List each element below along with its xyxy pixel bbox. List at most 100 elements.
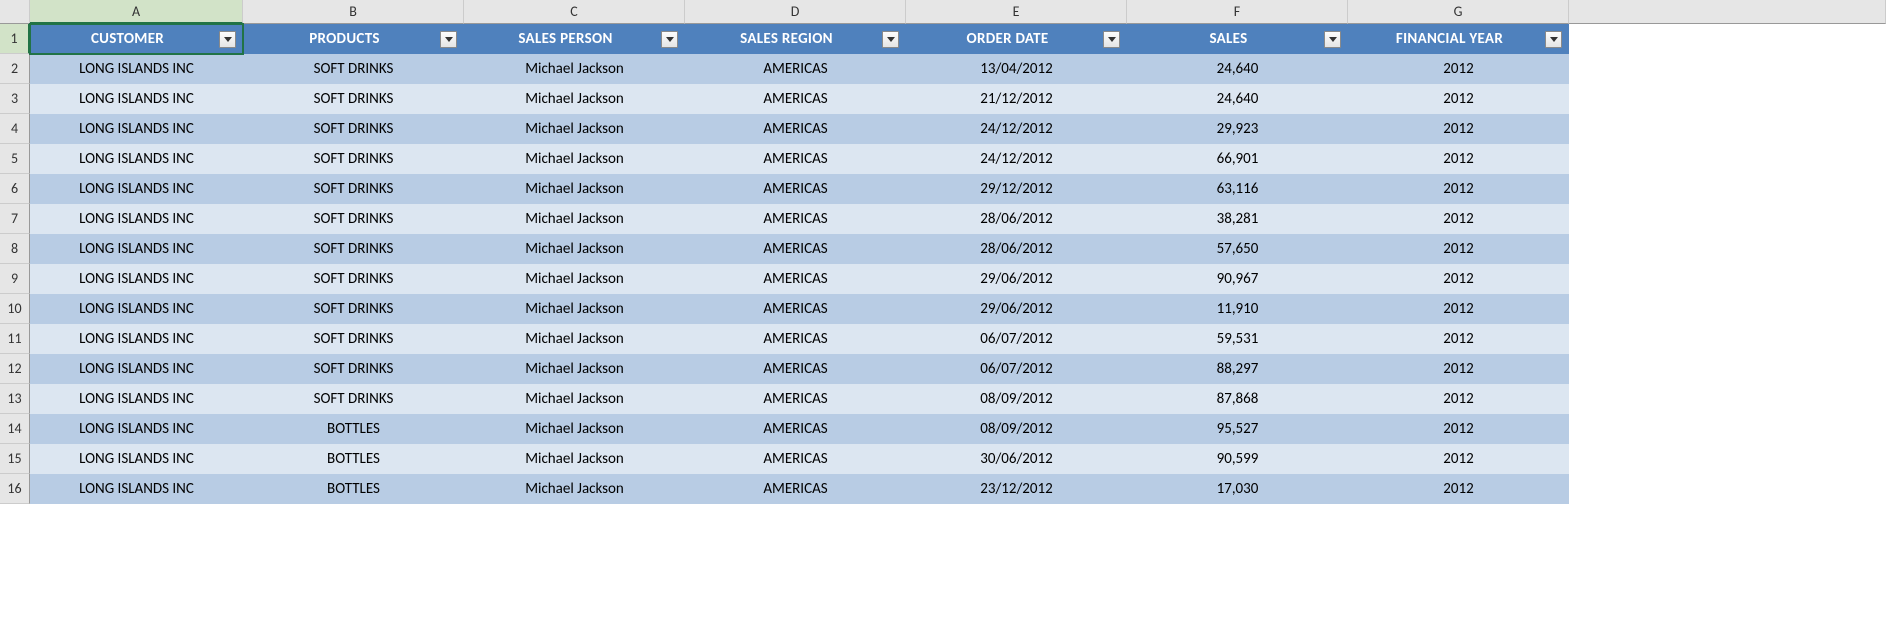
filter-button-sales[interactable] [1324, 31, 1341, 48]
cell-order_date[interactable]: 24/12/2012 [906, 144, 1127, 174]
cell-financial_year[interactable]: 2012 [1348, 354, 1569, 384]
column-header-C[interactable]: C [464, 0, 685, 24]
spreadsheet-grid[interactable]: A B C D E F G 1 CUSTOMER PRODUCTS SALES … [0, 0, 1886, 504]
cell-products[interactable]: SOFT DRINKS [243, 114, 464, 144]
cell-customer[interactable]: LONG ISLANDS INC [30, 174, 243, 204]
cell-customer[interactable]: LONG ISLANDS INC [30, 54, 243, 84]
row-header-7[interactable]: 7 [0, 204, 30, 234]
cell-financial_year[interactable]: 2012 [1348, 84, 1569, 114]
cell-order_date[interactable]: 29/06/2012 [906, 294, 1127, 324]
column-header-E[interactable]: E [906, 0, 1127, 24]
filter-button-sales-person[interactable] [661, 31, 678, 48]
cell-financial_year[interactable]: 2012 [1348, 264, 1569, 294]
cell-sales[interactable]: 87,868 [1127, 384, 1348, 414]
cell-financial_year[interactable]: 2012 [1348, 444, 1569, 474]
row-header-10[interactable]: 10 [0, 294, 30, 324]
cell-products[interactable]: SOFT DRINKS [243, 144, 464, 174]
row-header-8[interactable]: 8 [0, 234, 30, 264]
cell-sales_person[interactable]: Michael Jackson [464, 384, 685, 414]
cell-order_date[interactable]: 29/12/2012 [906, 174, 1127, 204]
cell-sales[interactable]: 66,901 [1127, 144, 1348, 174]
cell-order_date[interactable]: 28/06/2012 [906, 234, 1127, 264]
cell-sales_region[interactable]: AMERICAS [685, 174, 906, 204]
cell-sales_person[interactable]: Michael Jackson [464, 414, 685, 444]
cell-products[interactable]: SOFT DRINKS [243, 354, 464, 384]
cell-order_date[interactable]: 06/07/2012 [906, 354, 1127, 384]
cell-financial_year[interactable]: 2012 [1348, 324, 1569, 354]
cell-financial_year[interactable]: 2012 [1348, 384, 1569, 414]
filter-button-customer[interactable] [219, 31, 236, 48]
cell-sales_region[interactable]: AMERICAS [685, 474, 906, 504]
cell-products[interactable]: SOFT DRINKS [243, 234, 464, 264]
cell-customer[interactable]: LONG ISLANDS INC [30, 204, 243, 234]
filter-button-products[interactable] [440, 31, 457, 48]
cell-products[interactable]: BOTTLES [243, 444, 464, 474]
row-header-4[interactable]: 4 [0, 114, 30, 144]
cell-sales_region[interactable]: AMERICAS [685, 234, 906, 264]
filter-button-order-date[interactable] [1103, 31, 1120, 48]
row-header-9[interactable]: 9 [0, 264, 30, 294]
cell-sales[interactable]: 90,967 [1127, 264, 1348, 294]
cell-financial_year[interactable]: 2012 [1348, 234, 1569, 264]
cell-order_date[interactable]: 08/09/2012 [906, 384, 1127, 414]
cell-order_date[interactable]: 23/12/2012 [906, 474, 1127, 504]
cell-sales[interactable]: 38,281 [1127, 204, 1348, 234]
cell-products[interactable]: BOTTLES [243, 414, 464, 444]
cell-sales_person[interactable]: Michael Jackson [464, 294, 685, 324]
cell-customer[interactable]: LONG ISLANDS INC [30, 234, 243, 264]
cell-sales[interactable]: 59,531 [1127, 324, 1348, 354]
cell-sales_region[interactable]: AMERICAS [685, 444, 906, 474]
cell-sales[interactable]: 17,030 [1127, 474, 1348, 504]
row-header-13[interactable]: 13 [0, 384, 30, 414]
cell-sales[interactable]: 63,116 [1127, 174, 1348, 204]
cell-financial_year[interactable]: 2012 [1348, 414, 1569, 444]
cell-sales_person[interactable]: Michael Jackson [464, 174, 685, 204]
cell-sales[interactable]: 29,923 [1127, 114, 1348, 144]
cell-sales_person[interactable]: Michael Jackson [464, 234, 685, 264]
cell-sales_person[interactable]: Michael Jackson [464, 264, 685, 294]
cell-sales_person[interactable]: Michael Jackson [464, 144, 685, 174]
cell-customer[interactable]: LONG ISLANDS INC [30, 294, 243, 324]
cell-products[interactable]: BOTTLES [243, 474, 464, 504]
cell-customer[interactable]: LONG ISLANDS INC [30, 114, 243, 144]
column-header-F[interactable]: F [1127, 0, 1348, 24]
cell-sales[interactable]: 24,640 [1127, 84, 1348, 114]
cell-order_date[interactable]: 21/12/2012 [906, 84, 1127, 114]
column-header-G[interactable]: G [1348, 0, 1569, 24]
cell-sales_person[interactable]: Michael Jackson [464, 474, 685, 504]
cell-order_date[interactable]: 24/12/2012 [906, 114, 1127, 144]
header-cell-products[interactable]: PRODUCTS [243, 24, 464, 54]
cell-sales_person[interactable]: Michael Jackson [464, 204, 685, 234]
cell-sales_person[interactable]: Michael Jackson [464, 354, 685, 384]
cell-customer[interactable]: LONG ISLANDS INC [30, 474, 243, 504]
cell-sales[interactable]: 57,650 [1127, 234, 1348, 264]
cell-financial_year[interactable]: 2012 [1348, 204, 1569, 234]
cell-products[interactable]: SOFT DRINKS [243, 204, 464, 234]
cell-financial_year[interactable]: 2012 [1348, 174, 1569, 204]
cell-sales_region[interactable]: AMERICAS [685, 414, 906, 444]
row-header-11[interactable]: 11 [0, 324, 30, 354]
row-header-14[interactable]: 14 [0, 414, 30, 444]
cell-customer[interactable]: LONG ISLANDS INC [30, 324, 243, 354]
header-cell-order-date[interactable]: ORDER DATE [906, 24, 1127, 54]
cell-sales_region[interactable]: AMERICAS [685, 54, 906, 84]
cell-customer[interactable]: LONG ISLANDS INC [30, 444, 243, 474]
filter-button-sales-region[interactable] [882, 31, 899, 48]
cell-products[interactable]: SOFT DRINKS [243, 324, 464, 354]
row-header-5[interactable]: 5 [0, 144, 30, 174]
cell-sales_region[interactable]: AMERICAS [685, 114, 906, 144]
cell-sales[interactable]: 95,527 [1127, 414, 1348, 444]
cell-customer[interactable]: LONG ISLANDS INC [30, 144, 243, 174]
header-cell-sales[interactable]: SALES [1127, 24, 1348, 54]
cell-sales[interactable]: 11,910 [1127, 294, 1348, 324]
cell-financial_year[interactable]: 2012 [1348, 144, 1569, 174]
column-header-A[interactable]: A [30, 0, 243, 24]
cell-products[interactable]: SOFT DRINKS [243, 54, 464, 84]
cell-customer[interactable]: LONG ISLANDS INC [30, 84, 243, 114]
cell-sales[interactable]: 88,297 [1127, 354, 1348, 384]
row-header-2[interactable]: 2 [0, 54, 30, 84]
cell-sales_person[interactable]: Michael Jackson [464, 444, 685, 474]
cell-sales_person[interactable]: Michael Jackson [464, 324, 685, 354]
cell-order_date[interactable]: 06/07/2012 [906, 324, 1127, 354]
cell-sales_region[interactable]: AMERICAS [685, 324, 906, 354]
